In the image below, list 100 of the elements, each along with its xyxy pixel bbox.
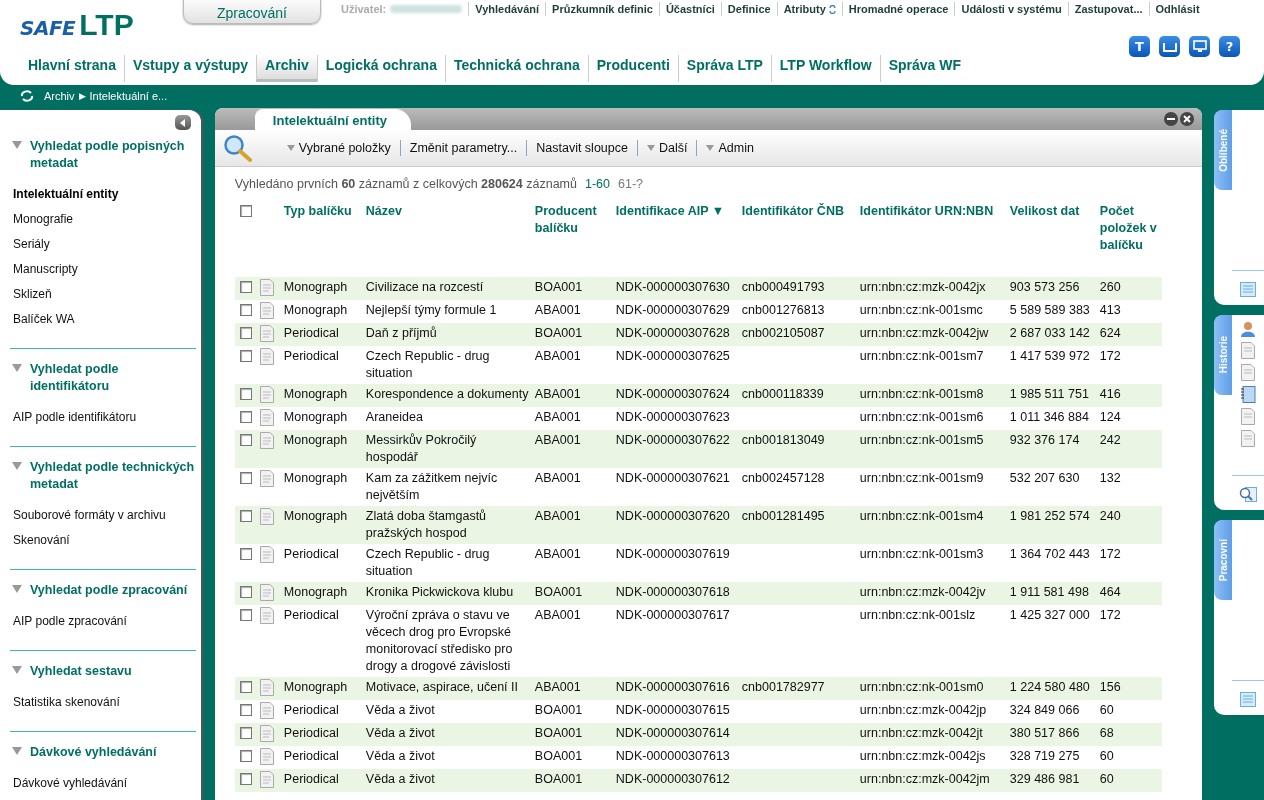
- nav-tab[interactable]: Správa WF: [879, 55, 969, 82]
- notebook-icon[interactable]: [1240, 386, 1256, 403]
- column-header[interactable]: Identifikátor URN:NBN: [859, 203, 1006, 220]
- top-link[interactable]: Účastníci: [658, 2, 721, 16]
- document-icon[interactable]: [259, 771, 274, 788]
- row-checkbox[interactable]: [239, 704, 252, 716]
- top-link[interactable]: Zastupovat...: [1067, 2, 1149, 16]
- document-icon[interactable]: [1240, 364, 1255, 381]
- document-icon[interactable]: [259, 679, 274, 696]
- list-icon[interactable]: [1240, 691, 1256, 707]
- top-link[interactable]: Události v systému: [954, 2, 1068, 16]
- document-icon[interactable]: [1240, 408, 1255, 425]
- toolbar-button[interactable]: Další: [636, 140, 697, 156]
- sidebar-item[interactable]: Seriály: [13, 232, 196, 257]
- column-header[interactable]: Typ balíčku: [283, 203, 362, 220]
- row-checkbox[interactable]: [239, 327, 252, 339]
- document-icon[interactable]: [259, 725, 274, 742]
- column-header[interactable]: Identifikátor ČNB: [741, 203, 856, 220]
- nav-tab[interactable]: LTP Workflow: [770, 55, 880, 82]
- document-icon[interactable]: [259, 432, 274, 449]
- document-icon[interactable]: [259, 748, 274, 765]
- row-checkbox[interactable]: [239, 586, 252, 598]
- close-button[interactable]: [1180, 112, 1195, 126]
- collapse-triangle-icon[interactable]: [12, 364, 22, 372]
- row-checkbox[interactable]: [239, 388, 252, 400]
- row-checkbox[interactable]: [239, 750, 252, 762]
- row-checkbox[interactable]: [239, 681, 252, 693]
- top-link[interactable]: Průzkumník definic: [545, 2, 659, 16]
- help-button[interactable]: ?: [1219, 36, 1240, 57]
- sidebar-item[interactable]: Souborové formáty v archivu: [13, 503, 196, 528]
- collapse-triangle-icon[interactable]: [12, 666, 22, 674]
- collapse-triangle-icon[interactable]: [12, 141, 22, 149]
- document-icon[interactable]: [259, 470, 274, 487]
- row-checkbox[interactable]: [239, 510, 252, 522]
- sidebar-item[interactable]: Intelektuální entity: [13, 182, 196, 207]
- top-link[interactable]: Hromadné operace: [841, 2, 955, 16]
- sidebar-item[interactable]: AIP podle zpracování: [13, 609, 196, 634]
- toolbar-button[interactable]: Nastavit sloupce: [526, 140, 637, 156]
- keyboard-button[interactable]: [1159, 36, 1180, 57]
- row-checkbox[interactable]: [239, 304, 252, 316]
- document-icon[interactable]: [259, 325, 274, 342]
- row-checkbox[interactable]: [239, 281, 252, 293]
- document-icon[interactable]: [259, 546, 274, 563]
- list-icon[interactable]: [1240, 281, 1256, 297]
- sidebar-item[interactable]: AIP podle identifikátoru: [13, 405, 196, 430]
- document-icon[interactable]: [259, 409, 274, 426]
- page-link[interactable]: 1-60: [585, 177, 610, 191]
- row-checkbox[interactable]: [239, 727, 252, 739]
- sidebar-item[interactable]: Manuscripty: [13, 257, 196, 282]
- column-header[interactable]: Producent balíčku: [534, 203, 612, 237]
- top-link[interactable]: Odhlásit: [1148, 2, 1206, 16]
- top-link[interactable]: Definice: [720, 2, 777, 16]
- search-icon[interactable]: [222, 134, 253, 162]
- document-icon[interactable]: [259, 584, 274, 601]
- breadcrumb-link[interactable]: Archiv: [44, 90, 75, 102]
- sidebar-item[interactable]: Sklizeň: [13, 282, 196, 307]
- nav-tab[interactable]: Archiv: [256, 55, 317, 82]
- refresh-icon[interactable]: [20, 90, 34, 102]
- column-header[interactable]: Počet položek v balíčku: [1099, 203, 1158, 254]
- document-icon[interactable]: [259, 508, 274, 525]
- search-list-icon[interactable]: [1239, 486, 1257, 502]
- nav-tab[interactable]: Producenti: [587, 55, 678, 82]
- sidebar-item[interactable]: Statistika skenování: [13, 690, 196, 715]
- collapse-triangle-icon[interactable]: [12, 462, 22, 470]
- monitor-button[interactable]: [1189, 36, 1210, 57]
- sidebar-item[interactable]: Skenování: [13, 528, 196, 553]
- sidebar-item[interactable]: Balíček WA: [13, 307, 196, 332]
- document-icon[interactable]: [1240, 430, 1255, 447]
- toolbar-button[interactable]: Vybrané položky: [272, 140, 400, 156]
- row-checkbox[interactable]: [239, 434, 252, 446]
- row-checkbox[interactable]: [239, 609, 252, 621]
- sidebar-item[interactable]: Dávkové vyhledávání: [13, 771, 196, 796]
- nav-tab[interactable]: Technická ochrana: [444, 55, 588, 82]
- row-checkbox[interactable]: [239, 472, 252, 484]
- minimize-button[interactable]: [1164, 112, 1179, 126]
- panel-tab[interactable]: Intelektuální entity: [254, 109, 411, 130]
- column-header[interactable]: Velikost dat: [1009, 203, 1096, 220]
- toolbar-button[interactable]: Admin: [696, 140, 763, 156]
- top-link[interactable]: Atributy: [776, 2, 842, 16]
- column-header[interactable]: Název: [365, 203, 531, 220]
- help-button[interactable]: T: [1129, 36, 1150, 57]
- document-icon[interactable]: [259, 348, 274, 365]
- sidebar-item[interactable]: Monografie: [13, 207, 196, 232]
- nav-tab[interactable]: Logická ochrana: [316, 55, 445, 82]
- column-header[interactable]: Identifikace AIP ▼: [615, 203, 738, 220]
- row-checkbox[interactable]: [239, 773, 252, 785]
- select-all-checkbox[interactable]: [239, 205, 252, 217]
- document-icon[interactable]: [259, 279, 274, 296]
- document-icon[interactable]: [259, 607, 274, 624]
- user-icon[interactable]: [1240, 321, 1255, 337]
- processing-button[interactable]: Zpracování: [183, 0, 321, 24]
- document-icon[interactable]: [1240, 342, 1255, 359]
- row-checkbox[interactable]: [239, 411, 252, 423]
- toolbar-button[interactable]: Změnit parametry...: [399, 140, 527, 156]
- document-icon[interactable]: [259, 386, 274, 403]
- collapse-button[interactable]: [174, 115, 191, 130]
- top-link[interactable]: Vyhledávání: [468, 2, 546, 16]
- document-icon[interactable]: [259, 302, 274, 319]
- collapse-triangle-icon[interactable]: [12, 585, 22, 593]
- breadcrumb-link[interactable]: Intelektuální e...: [89, 90, 168, 102]
